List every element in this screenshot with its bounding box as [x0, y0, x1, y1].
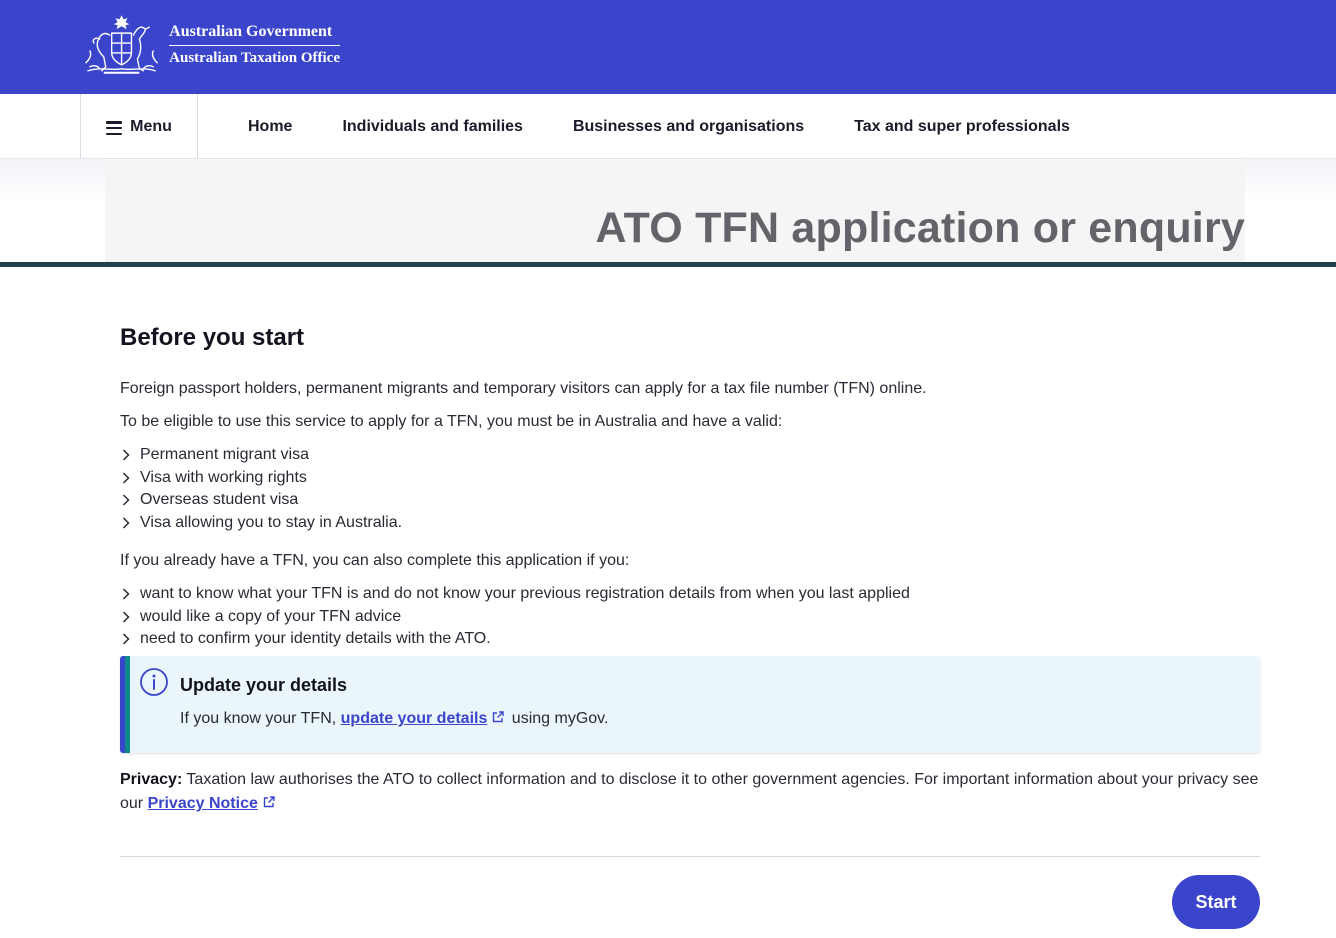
privacy-statement: Privacy: Taxation law authorises the ATO… [120, 768, 1260, 816]
callout-accent-bar [120, 656, 130, 753]
list-item: Visa allowing you to stay in Australia. [120, 512, 402, 535]
chevron-right-icon [122, 494, 130, 506]
chevron-right-icon [122, 449, 130, 461]
banner-divider [0, 262, 1336, 267]
chevron-right-icon [122, 517, 130, 529]
privacy-text: Taxation law authorises the ATO to colle… [120, 771, 1259, 812]
chevron-right-icon [122, 588, 130, 600]
ato-logo[interactable]: Australian Government Australian Taxatio… [80, 12, 340, 78]
nav-link-businesses-and-organisations[interactable]: Businesses and organisations [573, 118, 804, 136]
external-link-icon [493, 711, 505, 723]
hamburger-icon [106, 121, 123, 135]
privacy-label: Privacy: [120, 771, 183, 788]
menu-button[interactable]: Menu [80, 94, 198, 159]
callout-text: If you know your TFN, update your detail… [180, 710, 608, 728]
info-icon [140, 668, 168, 696]
commonwealth-coat-of-arms-icon [85, 15, 158, 74]
update-details-callout: Update your details If you know your TFN… [120, 656, 1260, 753]
list-item-text: Overseas student visa [140, 491, 299, 509]
logo-line-government: Australian Government [169, 21, 340, 46]
section-heading: Before you start [120, 324, 305, 351]
intro-paragraph: Foreign passport holders, permanent migr… [120, 380, 927, 397]
callout-text-after: using myGov. [507, 710, 609, 727]
site-header: Australian Government Australian Taxatio… [0, 0, 1336, 94]
main-navigation: Menu Home Individuals and families Busin… [0, 94, 1336, 159]
list-item: Overseas student visa [120, 489, 402, 512]
nav-link-individuals-and-families[interactable]: Individuals and families [342, 118, 523, 136]
privacy-notice-link[interactable]: Privacy Notice [148, 795, 258, 812]
list-item-text: want to know what your TFN is and do not… [140, 585, 910, 602]
menu-label: Menu [130, 117, 172, 135]
eligibility-list: Permanent migrant visa Visa with working… [120, 444, 402, 535]
list-item-text: Permanent migrant visa [140, 446, 309, 463]
chevron-right-icon [122, 633, 130, 645]
list-item: Visa with working rights [120, 467, 402, 490]
page-banner: ATO TFN application or enquiry [105, 159, 1245, 262]
nav-links: Home Individuals and families Businesses… [248, 94, 1120, 159]
list-item-text: would like a copy of your TFN advice [140, 607, 402, 625]
list-item: would like a copy of your TFN advice [120, 606, 910, 629]
nav-link-home[interactable]: Home [248, 118, 292, 136]
update-your-details-link[interactable]: update your details [341, 710, 488, 727]
list-item-text: Visa allowing you to stay in Australia. [140, 514, 403, 532]
callout-text-before: If you know your TFN, [180, 710, 341, 727]
list-item: need to confirm your identity details wi… [120, 628, 910, 651]
chevron-right-icon [122, 611, 130, 623]
main-content: Before you start Foreign passport holder… [120, 320, 1260, 929]
page-title: ATO TFN application or enquiry [595, 204, 1245, 252]
list-item: Permanent migrant visa [120, 444, 402, 467]
logo-line-ato: Australian Taxation Office [169, 50, 340, 66]
existing-tfn-list: want to know what your TFN is and do not… [120, 583, 910, 651]
logo-wordmark: Australian Government Australian Taxatio… [169, 21, 340, 69]
start-button[interactable]: Start [1172, 875, 1260, 929]
content-divider [120, 856, 1260, 857]
external-link-icon [263, 796, 275, 808]
existing-tfn-lead: If you already have a TFN, you can also … [120, 552, 630, 569]
callout-title: Update your details [180, 675, 348, 695]
chevron-right-icon [122, 472, 130, 484]
eligibility-lead: To be eligible to use this service to ap… [120, 413, 783, 430]
list-item: want to know what your TFN is and do not… [120, 583, 910, 606]
list-item-text: need to confirm your identity details wi… [140, 630, 491, 648]
list-item-text: Visa with working rights [140, 468, 307, 486]
nav-link-tax-and-super-professionals[interactable]: Tax and super professionals [854, 118, 1070, 136]
